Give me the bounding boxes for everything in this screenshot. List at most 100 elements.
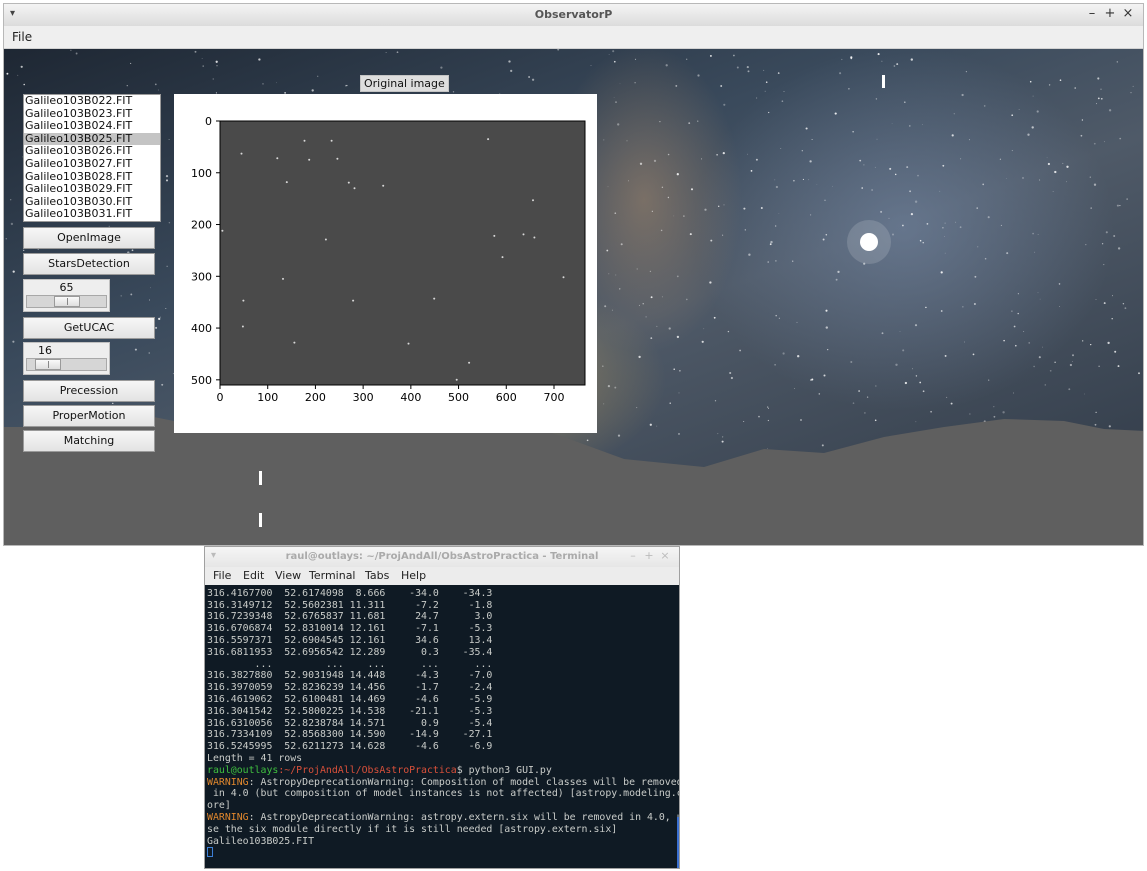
terminal-menu-view[interactable]: View — [275, 569, 301, 582]
main-window: ▾ ObservatorP – + × File Galileo103B022.FI… — [3, 3, 1144, 546]
terminal-menu-help[interactable]: Help — [401, 569, 426, 582]
detected-star-point — [533, 236, 536, 239]
x-tick-label: 400 — [400, 391, 421, 404]
detected-star-point — [487, 138, 490, 141]
menu-file[interactable]: File — [12, 30, 32, 44]
table-row: Length = 41 rows — [207, 752, 303, 764]
plot-canvas: 0 100 200 300 400 500 600 700 0 100 200 300 400 500 — [191, 115, 586, 404]
file-list-item[interactable]: Galileo103B031.FIT — [24, 208, 160, 221]
plot-label: Original image — [360, 75, 449, 92]
detected-star-point — [285, 181, 288, 184]
prompt-command: $ python3 GUI.py — [456, 764, 552, 776]
x-tick-label: 600 — [496, 391, 517, 404]
table-row: 316.7334109 52.8568300 14.590 -14.9 -27.… — [207, 729, 493, 741]
terminal-title: raul@outlays: ~/ProjAndAll/ObsAstroPract… — [285, 551, 599, 562]
ucac-trough[interactable] — [26, 358, 107, 371]
proper-motion-button[interactable]: ProperMotion — [23, 405, 155, 427]
terminal-window-controls: – + × — [625, 549, 673, 562]
prompt-path: :~/ProjAndAll/ObsAstroPractica — [278, 764, 457, 776]
terminal-menu-terminal[interactable]: Terminal — [309, 569, 356, 582]
y-tick-label: 0 — [205, 115, 212, 128]
y-tick-label: 500 — [191, 374, 212, 387]
detected-star-point — [407, 342, 410, 345]
terminal-menu-edit[interactable]: Edit — [243, 569, 264, 582]
terminal-window: ▾ raul@outlays: ~/ProjAndAll/ObsAstroPra… — [204, 546, 680, 869]
terminal-title-bar: ▾ raul@outlays: ~/ProjAndAll/ObsAstroPra… — [205, 547, 679, 567]
table-row: 316.3149712 52.5602381 11.311 -7.2 -1.8 — [207, 599, 493, 611]
detected-star-point — [293, 341, 296, 344]
table-row: 316.6706874 52.8310014 12.161 -7.1 -5.3 — [207, 623, 493, 635]
warning-line: WARNING: AstropyDeprecationWarning: astr… — [207, 812, 679, 824]
threshold-value: 65 — [59, 281, 74, 294]
y-tick-label: 400 — [191, 322, 212, 335]
table-row: 316.3970059 52.8236239 14.456 -1.7 -2.4 — [207, 682, 493, 694]
table-row: 316.4619062 52.6100481 14.469 -4.6 -5.9 — [207, 693, 493, 705]
x-tick-label: 700 — [543, 391, 564, 404]
detected-star-point — [352, 299, 355, 302]
warning-line: se the six module directly if it is stil… — [207, 823, 618, 835]
terminal-menu-file[interactable]: File — [213, 569, 231, 582]
detected-star-point — [382, 184, 385, 187]
prompt-line: raul@outlays:~/ProjAndAll/ObsAstroPracti… — [207, 765, 679, 777]
matching-button[interactable]: Matching — [23, 430, 155, 452]
warning-line: in 4.0 (but composition of model instanc… — [207, 788, 679, 800]
window-title: ObservatorP — [534, 8, 613, 21]
file-list-item[interactable]: Galileo103B029.FIT — [24, 183, 160, 196]
threshold-slider[interactable]: 65 — [23, 279, 110, 312]
y-tick-label: 100 — [191, 167, 212, 180]
detected-star-point — [493, 234, 496, 237]
cursor-line — [207, 847, 679, 859]
y-tick-label: 200 — [191, 219, 212, 232]
terminal-minimize-button[interactable]: – — [625, 549, 641, 562]
warning-tag: WARNING — [207, 776, 249, 788]
minimize-button[interactable]: – — [1083, 6, 1101, 21]
warning-line: WARNING: AstropyDeprecationWarning: Comp… — [207, 777, 679, 789]
terminal-scrollbar[interactable] — [677, 817, 679, 868]
file-list-item[interactable]: Galileo103B022.FIT — [24, 95, 160, 108]
output-line: Galileo103B025.FIT — [207, 835, 315, 847]
ucac-slider[interactable]: 16 — [23, 342, 110, 375]
detected-star-point — [303, 139, 306, 142]
table-row: 316.6811953 52.6956542 12.289 0.3 -35.4 — [207, 646, 493, 658]
decor-mark — [259, 471, 262, 485]
table-row: 316.5245995 52.6211273 14.628 -4.6 -6.9 — [207, 741, 493, 753]
table-row: ... ... ... ... ... — [207, 658, 493, 670]
detected-star-point — [276, 157, 279, 160]
detected-star-point — [347, 181, 350, 184]
file-list-item[interactable]: Galileo103B027.FIT — [24, 157, 160, 171]
detected-star-point — [522, 233, 525, 236]
table-row: 316.5597371 52.6904545 12.161 34.6 13.4 — [207, 634, 493, 646]
background-image: Galileo103B022.FIT Galileo103B023.FIT Gali… — [4, 49, 1143, 545]
threshold-trough[interactable] — [26, 295, 107, 308]
detected-star-point — [353, 187, 356, 190]
table-row: 316.4167700 52.6174098 8.666 -34.0 -34.3 — [207, 587, 493, 599]
detected-star-point — [455, 378, 458, 381]
detected-star-point — [330, 139, 333, 142]
table-output: ----------- ---------- ------ ------- --… — [207, 585, 679, 765]
open-image-button[interactable]: OpenImage — [23, 227, 155, 249]
terminal-close-button[interactable]: × — [657, 549, 673, 562]
warning-tag: WARNING — [207, 811, 249, 823]
threshold-thumb[interactable] — [53, 296, 80, 307]
get-ucac-button[interactable]: GetUCAC — [23, 317, 155, 339]
detected-star-point — [532, 199, 534, 202]
close-button[interactable]: × — [1119, 6, 1137, 21]
detected-star-point — [433, 297, 436, 300]
x-tick-label: 200 — [305, 391, 326, 404]
detected-star-point — [468, 361, 471, 364]
maximize-button[interactable]: + — [1101, 6, 1119, 21]
table-row: 316.3827880 52.9031948 14.448 -4.3 -7.0 — [207, 670, 493, 682]
precession-button[interactable]: Precession — [23, 380, 155, 402]
stars-detection-button[interactable]: StarsDetection — [23, 253, 155, 275]
terminal-menu-tabs[interactable]: Tabs — [365, 569, 389, 582]
table-row: 316.6310056 52.8238784 14.571 0.9 -5.4 — [207, 717, 493, 729]
detected-star-point — [501, 256, 504, 259]
window-controls: – + × — [1083, 6, 1137, 21]
file-list-item[interactable]: Galileo103B024.FIT — [24, 120, 160, 133]
terminal-maximize-button[interactable]: + — [641, 549, 657, 562]
file-list[interactable]: Galileo103B022.FIT Galileo103B023.FIT Gali… — [23, 94, 161, 222]
detected-star-point — [240, 152, 243, 155]
terminal-output[interactable]: ----------- ---------- ------ ------- --… — [205, 585, 679, 868]
detected-star-point — [324, 238, 327, 241]
ucac-thumb[interactable] — [34, 359, 61, 370]
